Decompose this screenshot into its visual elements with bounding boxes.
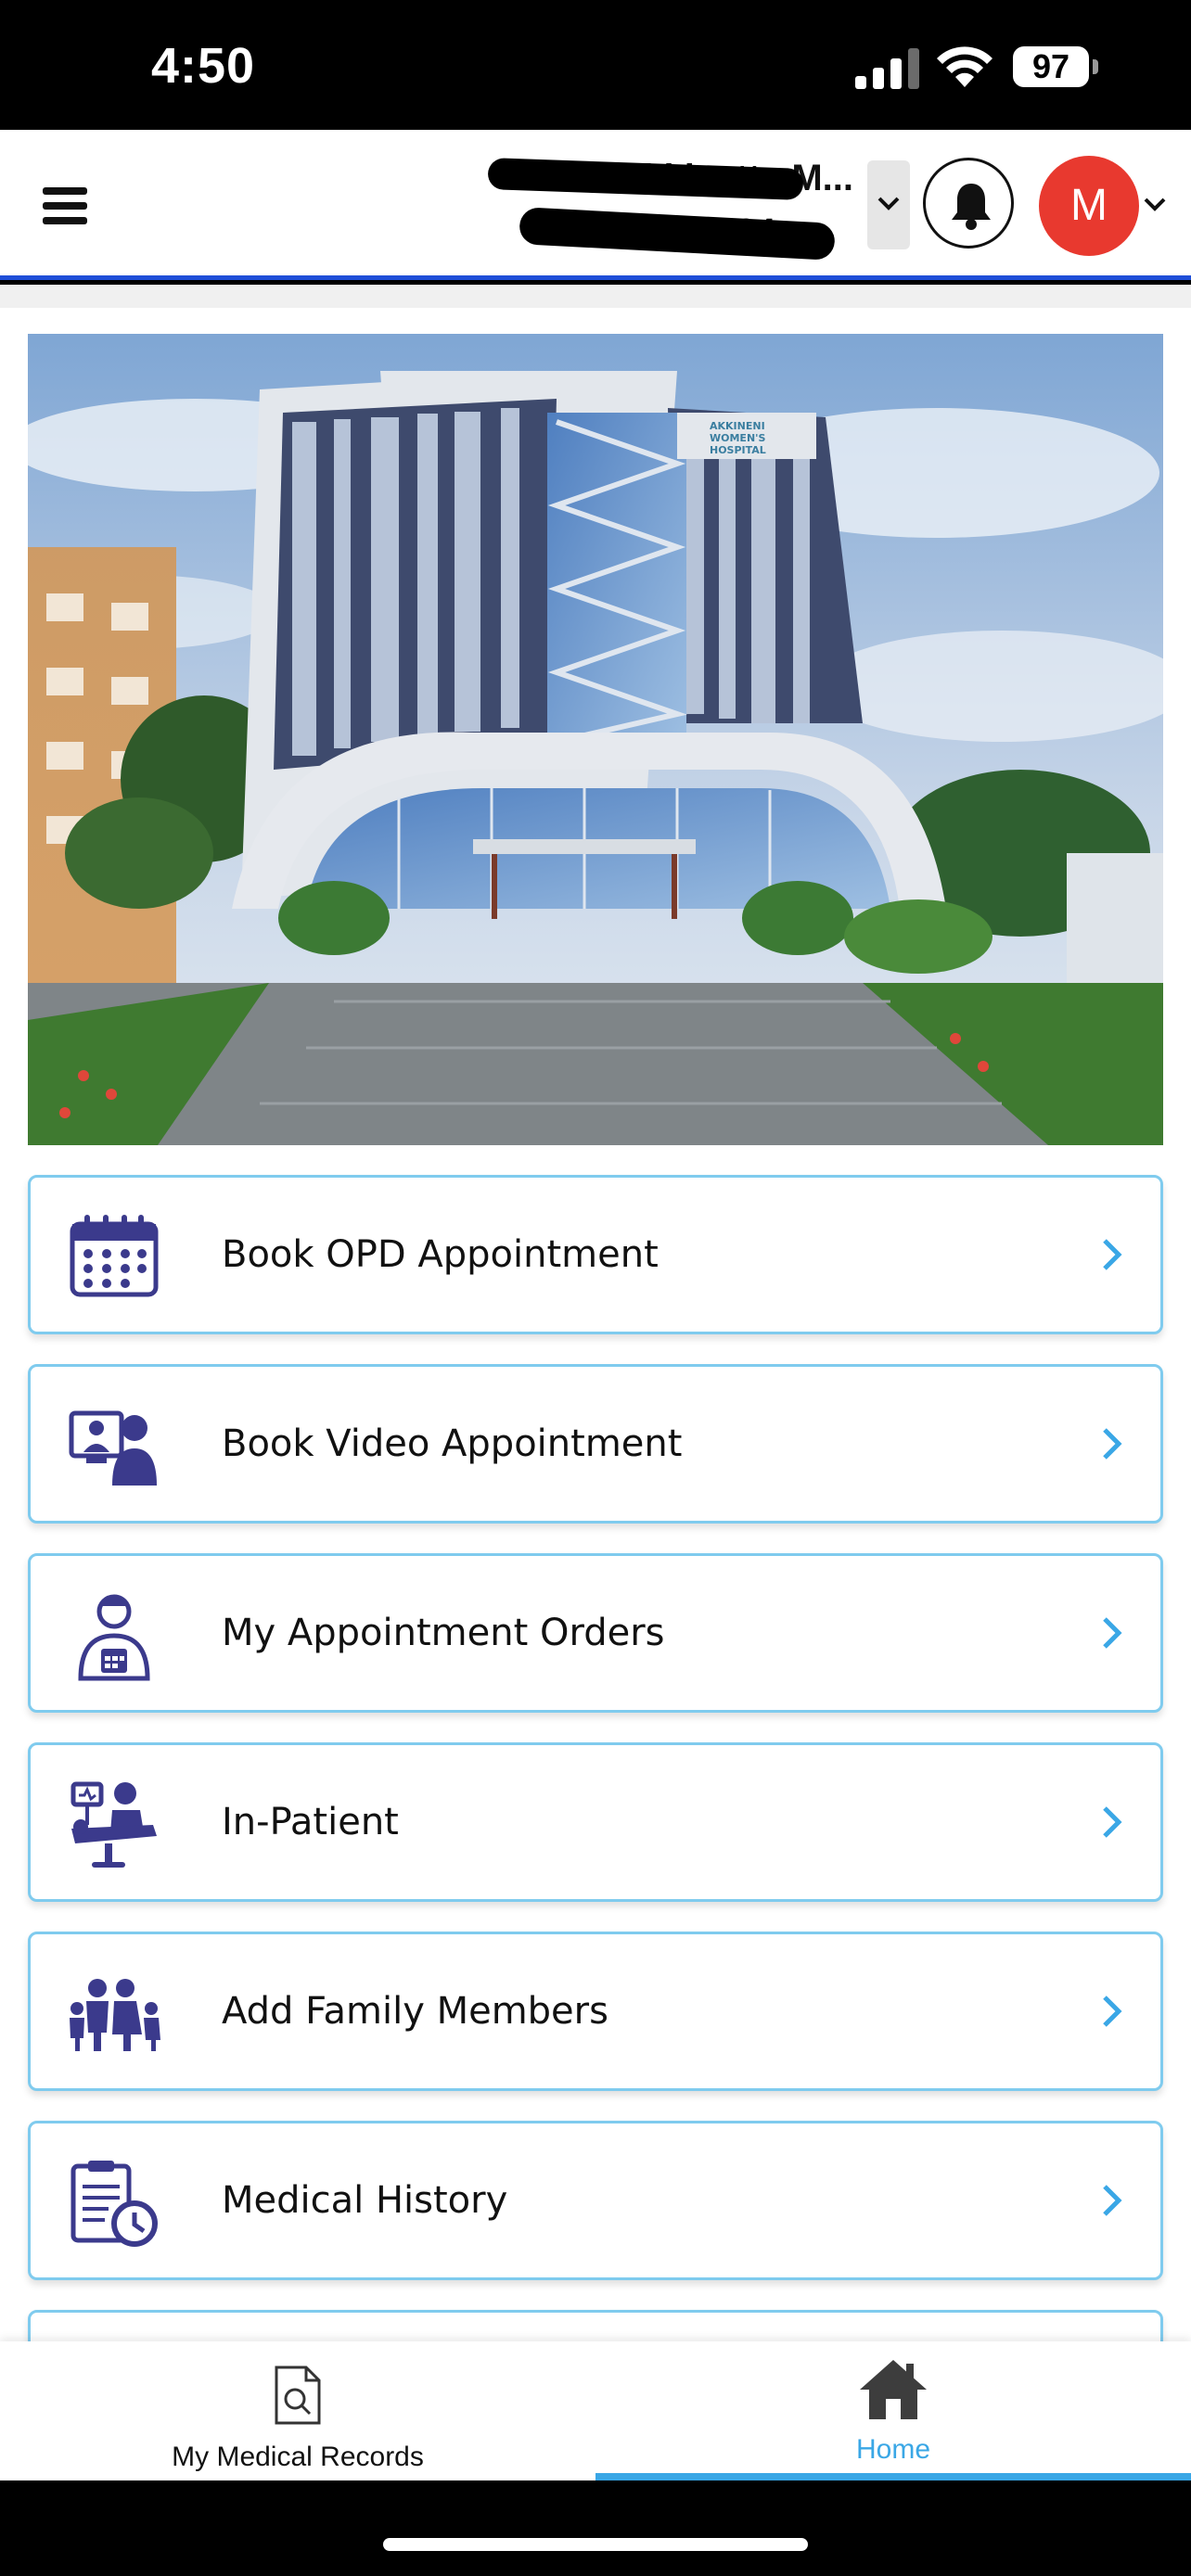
menu-card-book-opd-appointment[interactable]: Book OPD Appointment xyxy=(28,1175,1163,1334)
home-content[interactable]: AKKINENI WOMEN'S HOSPITAL Book OPD Appoi… xyxy=(0,285,1191,2341)
patient-selector[interactable]: M... Mukkisetty M... AK... 00000004 xyxy=(482,150,853,261)
menu-card-label: Medical History xyxy=(222,2179,508,2222)
status-time: 4:50 xyxy=(151,38,256,94)
nav-home[interactable]: Home xyxy=(596,2341,1191,2480)
nav-label: My Medical Records xyxy=(172,2442,424,2472)
chevron-right-icon xyxy=(1103,2185,1122,2216)
menu-card-label: My Appointment Orders xyxy=(222,1612,665,1654)
menu-card-in-patient[interactable]: In-Patient xyxy=(28,1742,1163,1902)
menu-card-partial[interactable] xyxy=(28,2310,1163,2341)
menu-card-label: Add Family Members xyxy=(222,1990,608,2033)
nav-my-medical-records[interactable]: My Medical Records xyxy=(0,2341,596,2480)
battery-level: 97 xyxy=(1013,46,1089,87)
app-header: M... Mukkisetty M... AK... 00000004 M xyxy=(0,130,1191,280)
doctor-calendar-icon xyxy=(78,1594,150,1681)
avatar[interactable]: M xyxy=(1039,156,1139,256)
home-indicator[interactable] xyxy=(383,2538,808,2551)
hamburger-menu-icon[interactable] xyxy=(43,187,87,224)
menu-card-label: In-Patient xyxy=(222,1801,399,1843)
hospital-sign-text: AKKINENI xyxy=(710,420,765,432)
menu-card-add-family-members[interactable]: Add Family Members xyxy=(28,1932,1163,2091)
menu-card-medical-history[interactable]: Medical History xyxy=(28,2121,1163,2280)
menu-card-label: Book Video Appointment xyxy=(222,1422,683,1465)
document-search-icon xyxy=(275,2366,321,2425)
cellular-signal-icon xyxy=(855,48,919,89)
wifi-icon xyxy=(937,46,992,87)
notifications-button[interactable] xyxy=(923,158,1014,249)
battery-icon: 97 xyxy=(1013,46,1098,87)
status-bar: 4:50 97 xyxy=(0,0,1191,130)
chevron-right-icon xyxy=(1103,1996,1122,2027)
menu-card-book-video-appointment[interactable]: Book Video Appointment xyxy=(28,1364,1163,1524)
home-icon xyxy=(860,2360,927,2419)
menu-card-label: Book OPD Appointment xyxy=(222,1233,659,1276)
clipboard-clock-icon xyxy=(70,2161,158,2247)
chevron-down-icon xyxy=(877,197,900,210)
bottom-navigation: My Medical Records Home xyxy=(0,2341,1191,2480)
nav-label: Home xyxy=(855,2434,931,2465)
hospital-building-image: AKKINENI WOMEN'S HOSPITAL xyxy=(28,334,1163,1145)
patient-dropdown-button[interactable] xyxy=(867,160,910,249)
hospital-bed-icon xyxy=(70,1781,157,1868)
hospital-sign-text: HOSPITAL xyxy=(710,444,766,456)
family-icon xyxy=(70,1979,160,2051)
video-consult-icon xyxy=(69,1410,157,1486)
chevron-right-icon xyxy=(1103,1806,1122,1838)
chevron-right-icon xyxy=(1103,1239,1122,1270)
hospital-sign-text: WOMEN'S xyxy=(710,432,766,444)
menu-card-my-appointment-orders[interactable]: My Appointment Orders xyxy=(28,1553,1163,1713)
calendar-icon xyxy=(70,1215,159,1297)
chevron-right-icon xyxy=(1103,1428,1122,1460)
chevron-down-icon[interactable] xyxy=(1143,197,1167,213)
bell-icon xyxy=(952,184,991,230)
chevron-right-icon xyxy=(1103,1617,1122,1649)
